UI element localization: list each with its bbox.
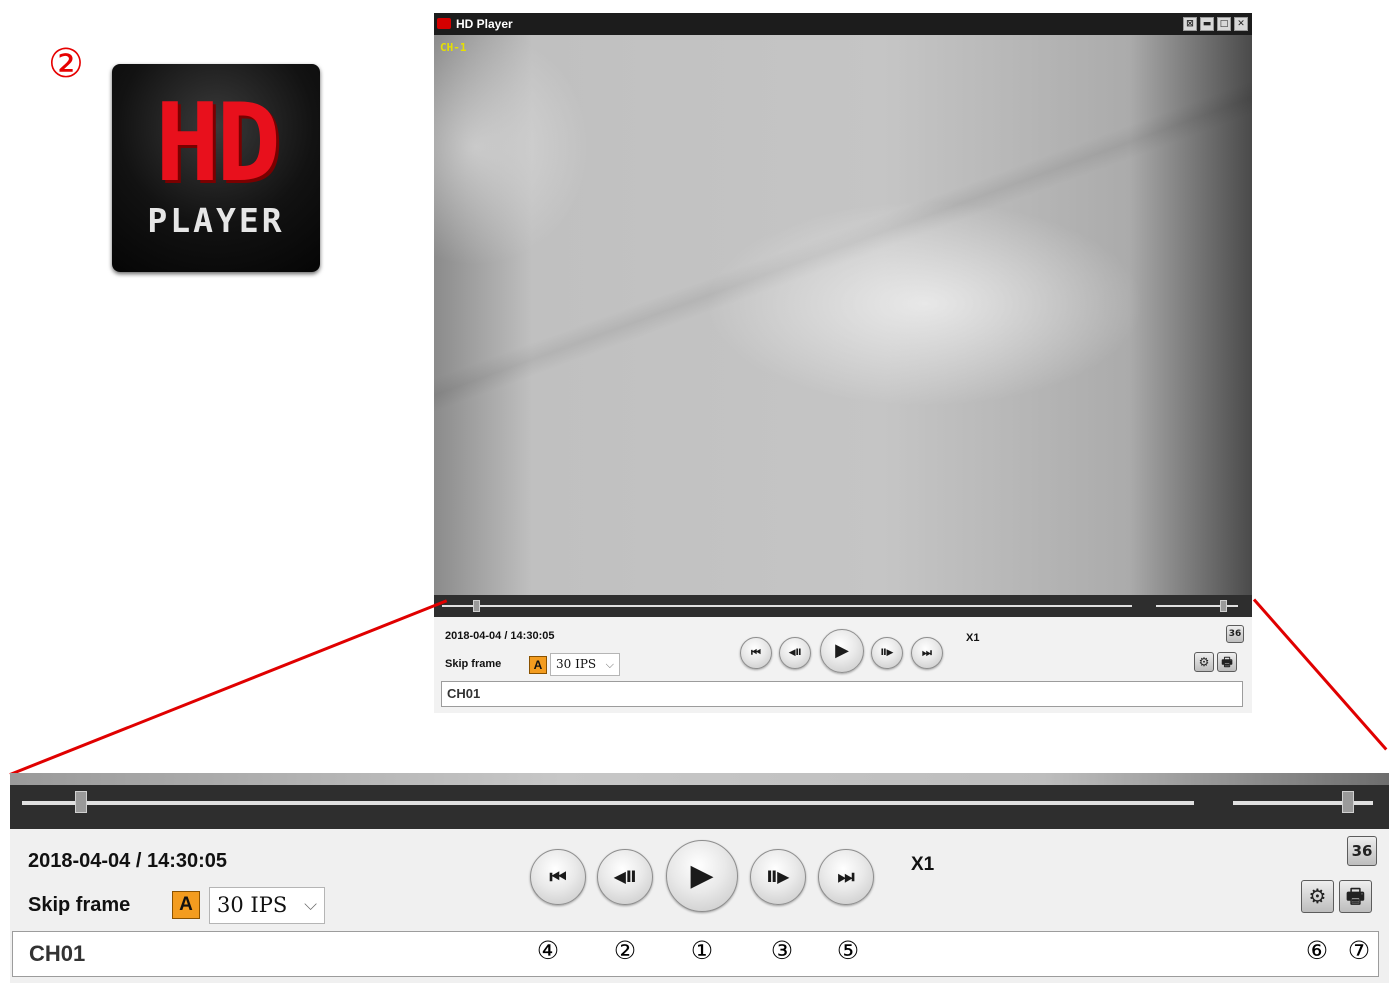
skip-first-icon: ⏮	[549, 866, 567, 888]
callout-step-forward: ③	[770, 936, 794, 965]
first-frame-button[interactable]: ⏮	[740, 637, 772, 669]
skip-first-icon: ⏮	[751, 646, 761, 659]
step-forward-icon: Ⅱ▶	[766, 867, 790, 886]
callout-print: ⑦	[1347, 936, 1371, 965]
callout-last-frame: ⑤	[836, 936, 860, 965]
zoom-skip-frame-label: Skip frame	[28, 894, 131, 916]
zoom-first-frame-button[interactable]: ⏮	[530, 849, 586, 905]
callout-settings: ⑥	[1305, 936, 1329, 965]
zoom-line-right	[1252, 598, 1388, 751]
zoom-fps-select-value: 30 IPS	[217, 893, 288, 917]
auto-button[interactable]: A	[529, 656, 547, 674]
skip-last-icon: ⏭	[837, 866, 855, 888]
fullscreen-button[interactable]: ⊠	[1183, 17, 1197, 31]
printer-icon: 🖶	[1346, 884, 1365, 908]
skip-last-icon: ⏭	[922, 646, 932, 659]
step-forward-button[interactable]: Ⅱ▶	[871, 637, 903, 669]
zoom-auto-button[interactable]: A	[172, 891, 200, 919]
seek-bar	[434, 595, 1252, 617]
printer-icon: 🖶	[1221, 655, 1233, 669]
step-forward-icon: Ⅱ▶	[880, 648, 894, 658]
control-panel: 2018-04-04 / 14:30:05 Skip frame A 30 IP…	[434, 617, 1252, 713]
maximize-button[interactable]: □	[1217, 17, 1231, 31]
zoom-speed-label: X1	[911, 854, 935, 875]
zoom-settings-button[interactable]: ⚙	[1301, 880, 1334, 913]
gear-icon: ⚙	[1198, 655, 1210, 669]
split-36-button[interactable]: 36	[1226, 625, 1244, 643]
settings-button[interactable]: ⚙	[1194, 652, 1214, 672]
channel-overlay-label: CH-1	[440, 41, 467, 54]
zoom-step-forward-button[interactable]: Ⅱ▶	[750, 849, 806, 905]
speed-label: X1	[966, 632, 980, 644]
zoom-step-back-button[interactable]: ◀Ⅱ	[597, 849, 653, 905]
last-frame-button[interactable]: ⏭	[911, 637, 943, 669]
gear-icon: ⚙	[1308, 884, 1327, 908]
zoom-last-frame-button[interactable]: ⏭	[818, 849, 874, 905]
zoom-seek-bar	[10, 785, 1389, 829]
callout-play: ①	[690, 936, 714, 965]
chevron-down-icon: ⌵	[304, 895, 317, 915]
zoom-datetime-label: 2018-04-04 / 14:30:05	[28, 850, 228, 872]
callout-step-back: ②	[613, 936, 637, 965]
window-title: HD Player	[456, 17, 513, 31]
title-bar[interactable]: HD Player ⊠ ▬ □ ✕	[434, 13, 1252, 35]
play-button[interactable]: ▶	[820, 629, 864, 673]
window-buttons: ⊠ ▬ □ ✕	[1183, 17, 1248, 31]
datetime-label: 2018-04-04 / 14:30:05	[445, 630, 555, 642]
zoom-timeline-track[interactable]	[22, 801, 1194, 805]
volume-thumb[interactable]	[1219, 600, 1227, 612]
app-icon-logo-text: HD	[154, 81, 281, 206]
callout-first-frame: ④	[536, 936, 560, 965]
fps-select-value: 30 IPS	[556, 657, 597, 671]
zoom-print-button[interactable]: 🖶	[1339, 880, 1372, 913]
zoom-fps-select[interactable]: 30 IPS ⌵	[209, 887, 325, 924]
zoom-timeline-thumb[interactable]	[74, 791, 87, 813]
app-icon-logo-subtext: PLAYER	[147, 201, 285, 240]
callout-number-icon: ②	[48, 41, 84, 87]
step-back-icon: ◀Ⅱ	[788, 648, 802, 658]
step-back-button[interactable]: ◀Ⅱ	[779, 637, 811, 669]
play-icon: ▶	[835, 640, 849, 661]
timeline-thumb[interactable]	[473, 600, 480, 612]
timeline-track[interactable]	[442, 605, 1132, 607]
skip-frame-label: Skip frame	[445, 658, 502, 670]
zoom-volume-thumb[interactable]	[1341, 791, 1354, 813]
hd-player-window: HD Player ⊠ ▬ □ ✕ CH-1 2018-04-04 / 14:3…	[434, 13, 1252, 713]
play-icon: ▶	[690, 858, 714, 893]
close-button[interactable]: ✕	[1234, 17, 1248, 31]
fps-select[interactable]: 30 IPS ⌵	[550, 653, 620, 676]
hd-player-app-icon[interactable]: HD PLAYER	[112, 64, 320, 272]
minimize-button[interactable]: ▬	[1200, 17, 1214, 31]
step-back-icon: ◀Ⅱ	[613, 867, 637, 886]
video-view[interactable]: CH-1	[434, 35, 1252, 595]
print-button[interactable]: 🖶	[1217, 652, 1237, 672]
zoom-video-strip	[10, 773, 1389, 785]
zoom-play-button[interactable]: ▶	[666, 840, 738, 912]
channel-field[interactable]: CH01	[441, 681, 1243, 707]
hd-logo-icon	[437, 18, 451, 29]
zoom-split-36-button[interactable]: 36	[1347, 836, 1377, 866]
chevron-down-icon: ⌵	[605, 658, 614, 671]
zoom-line-left	[9, 599, 448, 776]
